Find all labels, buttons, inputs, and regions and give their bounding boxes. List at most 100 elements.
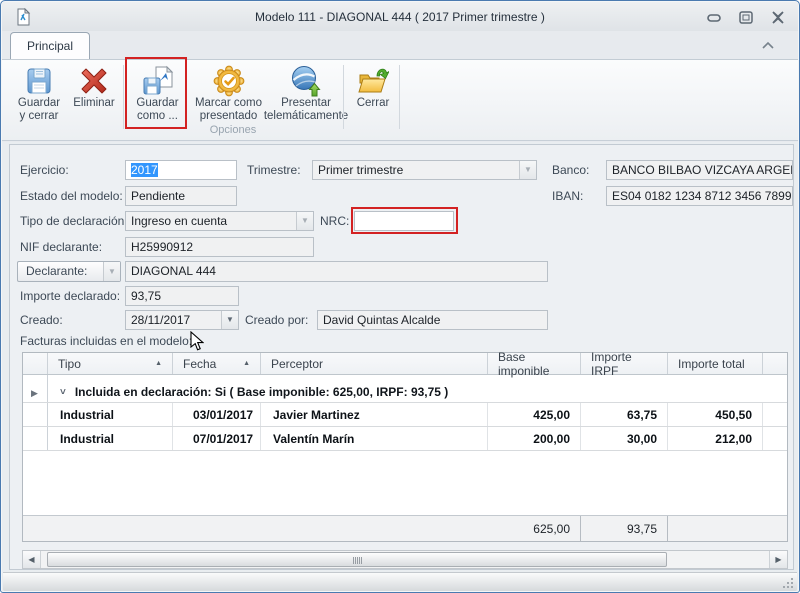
creado-label: Creado: <box>20 313 63 327</box>
summary-row: 625,00 93,75 <box>23 515 787 541</box>
header-label: Tipo <box>58 357 81 371</box>
column-header-importe-total[interactable]: Importe total <box>668 353 763 374</box>
cell-base-imponible: 200,00 <box>488 427 581 450</box>
importe-value: 93,75 <box>131 289 161 303</box>
creado-date-picker[interactable]: 28/11/2017 ▼ <box>125 310 239 330</box>
summary-indicator-cell <box>23 516 48 541</box>
estado-field[interactable]: Pendiente <box>125 186 237 206</box>
importe-declarado-field[interactable]: 93,75 <box>125 286 239 306</box>
cell-tipo: Industrial <box>48 403 173 426</box>
ribbon-separator <box>343 65 344 129</box>
cell-importe-total: 212,00 <box>668 427 763 450</box>
maximize-button[interactable] <box>737 10 755 25</box>
trimestre-value: Primer trimestre <box>318 163 403 177</box>
cell-fecha: 07/01/2017 <box>173 427 261 450</box>
header-label: Importe IRPF <box>591 350 661 378</box>
guardar-como-button[interactable]: Guardar como ... <box>129 61 186 133</box>
group-row[interactable]: ▶ ˅Incluida en declaración: Si ( Base im… <box>23 375 787 403</box>
header-label: Importe total <box>678 357 745 371</box>
header-indicator-cell <box>23 353 48 374</box>
ribbon: Guardar y cerrar Eliminar Guardar <box>2 59 798 141</box>
mouse-cursor <box>190 331 204 352</box>
scroll-left-button[interactable]: ◀ <box>23 551 41 568</box>
eliminar-button[interactable]: Eliminar <box>68 61 120 133</box>
creado-por-field[interactable]: David Quintas Alcalde <box>317 310 548 330</box>
summary-empty <box>173 516 261 541</box>
table-row[interactable]: Industrial 07/01/2017 Valentín Marín 200… <box>23 427 787 451</box>
trimestre-dropdown[interactable]: Primer trimestre ▼ <box>312 160 537 180</box>
group-expanded-icon[interactable]: ˅ <box>60 387 66 398</box>
button-label: Presentar <box>281 97 331 110</box>
tipo-declaracion-label: Tipo de declaración: <box>20 214 128 228</box>
summary-importe-total <box>668 516 763 541</box>
ejercicio-field[interactable]: 2017 <box>125 160 237 180</box>
minimize-button[interactable] <box>705 10 723 25</box>
ribbon-group-opciones: Opciones <box>123 124 343 136</box>
facturas-label: Facturas incluidas en el modelo: <box>20 334 192 348</box>
tab-principal[interactable]: Principal <box>10 32 90 59</box>
cell-filler <box>763 427 787 450</box>
cerrar-button[interactable]: Cerrar <box>349 61 397 133</box>
table-row[interactable]: Industrial 03/01/2017 Javier Martinez 42… <box>23 403 787 427</box>
column-header-importe-irpf[interactable]: Importe IRPF <box>581 353 668 374</box>
scrollbar-thumb[interactable] <box>47 552 667 567</box>
button-label: telemáticamente <box>264 110 348 123</box>
nrc-input[interactable] <box>354 211 454 231</box>
presentar-telematicamente-button[interactable]: Presentar telemáticamente <box>270 61 342 133</box>
iban-field[interactable]: ES04 0182 1234 8712 3456 7899 <box>606 186 793 206</box>
save-as-icon <box>142 65 174 97</box>
declarante-field[interactable]: DIAGONAL 444 <box>125 261 548 282</box>
status-bar <box>3 572 797 591</box>
scroll-right-button[interactable]: ▶ <box>769 551 787 568</box>
sort-ascending-icon: ▲ <box>243 360 254 367</box>
horizontal-scrollbar[interactable]: ◀ ▶ <box>22 550 788 569</box>
button-label: Cerrar <box>357 97 390 110</box>
chevron-down-icon[interactable]: ▼ <box>221 311 238 329</box>
tipo-declaracion-dropdown[interactable]: Ingreso en cuenta ▼ <box>125 211 314 231</box>
chevron-down-icon[interactable]: ▼ <box>103 262 120 281</box>
header-label: Fecha <box>183 357 216 371</box>
marcar-como-presentado-button[interactable]: Marcar como presentado <box>189 61 268 133</box>
column-header-perceptor[interactable]: Perceptor <box>261 353 488 374</box>
chevron-down-icon[interactable]: ▼ <box>296 212 313 230</box>
selected-text: 2017 <box>131 163 158 177</box>
row-indicator-cell <box>23 403 48 426</box>
column-header-fecha[interactable]: Fecha ▲ <box>173 353 261 374</box>
close-button[interactable] <box>769 10 787 25</box>
column-header-filler <box>763 353 787 374</box>
column-header-tipo[interactable]: Tipo ▲ <box>48 353 173 374</box>
importe-declarado-label: Importe declarado: <box>20 289 120 303</box>
declarante-value: DIAGONAL 444 <box>131 264 216 278</box>
chevron-down-icon[interactable]: ▼ <box>519 161 536 179</box>
declarante-label: Declarante: <box>26 264 87 278</box>
row-indicator-cell: ▶ <box>23 375 48 402</box>
facturas-table: Tipo ▲ Fecha ▲ Perceptor Base imponible Im… <box>22 352 788 542</box>
title-bar[interactable]: Modelo 111 - DIAGONAL 444 ( 2017 Primer … <box>2 2 798 31</box>
column-header-base-imponible[interactable]: Base imponible <box>488 353 581 374</box>
creado-por-value: David Quintas Alcalde <box>323 313 440 327</box>
summary-empty <box>48 516 173 541</box>
app-window: Modelo 111 - DIAGONAL 444 ( 2017 Primer … <box>0 0 800 593</box>
nif-field[interactable]: H25990912 <box>125 237 314 257</box>
iban-value: ES04 0182 1234 8712 3456 7899 <box>612 189 792 203</box>
creado-por-label: Creado por: <box>245 313 308 327</box>
cell-perceptor: Javier Martinez <box>261 403 488 426</box>
banco-field[interactable]: BANCO BILBAO VIZCAYA ARGENTARIA <box>606 160 793 180</box>
cell-perceptor: Valentín Marín <box>261 427 488 450</box>
guardar-y-cerrar-button[interactable]: Guardar y cerrar <box>12 61 66 133</box>
banco-label: Banco: <box>552 163 589 177</box>
creado-value: 28/11/2017 <box>131 313 190 327</box>
button-label: y cerrar <box>20 110 59 123</box>
summary-importe-irpf: 93,75 <box>581 516 668 541</box>
seal-check-icon <box>213 65 245 97</box>
collapse-ribbon-icon[interactable] <box>760 39 776 51</box>
window-title: Modelo 111 - DIAGONAL 444 ( 2017 Primer … <box>2 10 798 24</box>
trimestre-label: Trimestre: <box>247 163 301 177</box>
sort-ascending-icon: ▲ <box>155 360 166 367</box>
cell-importe-irpf: 30,00 <box>581 427 668 450</box>
declarante-split-button[interactable]: Declarante: ▼ <box>17 261 121 282</box>
cell-fecha: 03/01/2017 <box>173 403 261 426</box>
scrollbar-grip <box>357 557 358 564</box>
cell-importe-total: 450,50 <box>668 403 763 426</box>
cell-filler <box>763 403 787 426</box>
